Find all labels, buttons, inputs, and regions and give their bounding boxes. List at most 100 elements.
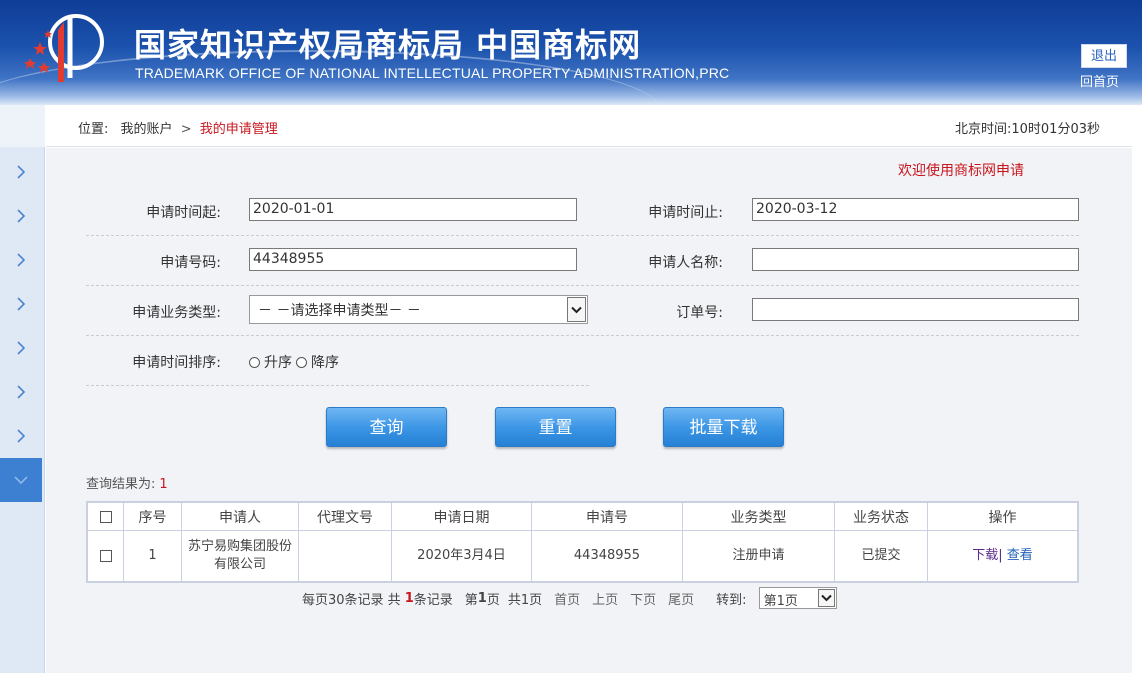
logo-emblem-icon — [24, 14, 104, 82]
breadcrumb-current: 我的申请管理 — [199, 122, 278, 137]
dropdown-arrow-icon — [567, 297, 586, 322]
chevron-right-icon — [17, 253, 26, 267]
site-header: 国家知识产权局商标局 中国商标网 TRADEMARK OFFICE OF NAT… — [0, 0, 1142, 105]
row-index: 1 — [124, 531, 182, 581]
pagination: 每页30条记录 共 1 条记录 第1页 共1页 首页 上页 下页 尾页 转到: … — [302, 587, 837, 609]
result-label: 查询结果为: — [86, 477, 156, 492]
breadcrumb: 位置: 我的账户 > 我的申请管理 — [78, 118, 278, 137]
order-no-input[interactable] — [752, 298, 1079, 321]
logout-button[interactable]: 退出 — [1081, 44, 1127, 68]
breadcrumb-my-account[interactable]: 我的账户 — [121, 122, 173, 137]
table-header-row: 序号 申请人 代理文号 申请日期 申请号 业务类型 业务状态 操作 — [88, 503, 1077, 531]
header-select-all-cell — [88, 503, 124, 530]
pager-prev[interactable]: 上页 — [592, 589, 618, 608]
row-select-cell — [88, 531, 124, 581]
pager-next[interactable]: 下页 — [630, 589, 656, 608]
select-all-checkbox[interactable] — [99, 510, 112, 523]
row-biz-type: 注册申请 — [683, 531, 835, 581]
chevron-right-icon — [17, 429, 26, 443]
breadcrumb-prefix: 位置: — [78, 122, 109, 137]
beijing-clock: 北京时间:10时01分03秒 — [954, 122, 1100, 137]
sidebar-top — [0, 105, 45, 147]
pager-per-page: 每页30条记录 共 — [302, 592, 401, 608]
sort-asc-radio[interactable] — [249, 356, 260, 368]
order-no-label: 订单号: — [676, 305, 723, 321]
chevron-right-icon — [17, 165, 26, 179]
biztype-select[interactable]: － －请选择申请类型－ － — [249, 295, 588, 324]
pager-last[interactable]: 尾页 — [668, 589, 694, 608]
chevron-right-icon — [17, 297, 26, 311]
pager-first[interactable]: 首页 — [554, 589, 580, 608]
header-agent-no: 代理文号 — [299, 503, 392, 530]
pager-jump-label: 转到: — [716, 592, 747, 608]
breadcrumb-separator: > — [180, 122, 192, 137]
header-app-no: 申请号 — [532, 503, 683, 530]
sort-desc-radio[interactable] — [296, 356, 307, 368]
row-app-no: 44348955 — [532, 531, 683, 581]
start-date-input[interactable]: 2020-01-01 — [249, 198, 577, 221]
header-status: 业务状态 — [835, 503, 928, 530]
biztype-select-value: － －请选择申请类型－ － — [258, 303, 421, 319]
chevron-right-icon — [17, 209, 26, 223]
query-button[interactable]: 查询 — [326, 407, 447, 447]
breadcrumb-bar: 位置: 我的账户 > 我的申请管理 北京时间:10时01分03秒 — [46, 105, 1132, 147]
header-index: 序号 — [124, 503, 182, 530]
sidebar-item-7[interactable] — [0, 414, 42, 458]
reset-button[interactable]: 重置 — [495, 407, 616, 447]
sort-label: 申请时间排序: — [132, 355, 221, 371]
header-operation: 操作 — [988, 509, 1017, 526]
sidebar-item-2[interactable] — [0, 194, 42, 238]
pager-total-pages: 共1页 — [507, 592, 543, 608]
download-link[interactable]: 下载 — [972, 547, 998, 565]
view-link[interactable]: 查看 — [1007, 547, 1033, 565]
header-date: 申请日期 — [392, 503, 532, 530]
start-date-label: 申请时间起: — [146, 205, 221, 221]
sidebar-item-6[interactable] — [0, 370, 42, 414]
welcome-marquee: 欢迎使用商标网申请 — [898, 163, 1024, 179]
home-link[interactable]: 回首页 — [1080, 71, 1119, 90]
sort-desc-label: 降序 — [311, 355, 339, 371]
row-agent-no — [299, 531, 392, 581]
table-row: 1 苏宁易购集团股份有限公司 2020年3月4日 44348955 注册申请 已… — [88, 531, 1077, 581]
row-checkbox[interactable] — [99, 550, 112, 562]
sidebar-item-1[interactable] — [0, 150, 42, 194]
row-operations: 下载 | 查看 — [928, 531, 1077, 581]
appno-label: 申请号码: — [160, 255, 221, 271]
biztype-label: 申请业务类型: — [132, 305, 221, 321]
pager-current-page: 1 — [477, 590, 487, 606]
result-count: 1 — [159, 477, 168, 492]
applicant-name-input[interactable] — [752, 248, 1079, 271]
header-biz-type: 业务类型 — [683, 503, 835, 530]
row-status: 已提交 — [835, 531, 928, 581]
end-date-label: 申请时间止: — [648, 205, 723, 221]
end-date-input[interactable]: 2020-03-12 — [752, 198, 1079, 221]
sort-asc-label: 升序 — [264, 355, 292, 371]
operation-separator: | — [998, 548, 1003, 563]
chevron-down-icon — [14, 476, 28, 485]
sidebar-item-4[interactable] — [0, 282, 42, 326]
header-applicant: 申请人 — [182, 503, 299, 530]
site-title-en: TRADEMARK OFFICE OF NATIONAL INTELLECTUA… — [135, 65, 730, 81]
form-row-biztype: 申请业务类型: － －请选择申请类型－ － 订单号: — [86, 286, 1079, 336]
pager-total: 1 — [404, 590, 414, 606]
result-summary: 查询结果为: 1 — [86, 473, 168, 492]
form-row-sort: 申请时间排序: 升序 降序 — [86, 336, 589, 386]
chevron-right-icon — [17, 341, 26, 355]
sidebar-item-active[interactable] — [0, 458, 42, 502]
appno-input[interactable]: 44348955 — [249, 248, 577, 271]
sort-radio-group: 升序 降序 — [249, 352, 339, 372]
applicant-name-label: 申请人名称: — [648, 255, 723, 271]
sidebar-item-3[interactable] — [0, 238, 42, 282]
sidebar-item-5[interactable] — [0, 326, 42, 370]
pager-jump-value: 第1页 — [763, 594, 798, 609]
row-date: 2020年3月4日 — [392, 531, 532, 581]
pager-page-prefix: 第 — [464, 592, 478, 608]
results-table: 序号 申请人 代理文号 申请日期 申请号 业务类型 业务状态 操作 1 苏宁易购… — [86, 501, 1079, 583]
batch-download-button[interactable]: 批量下载 — [663, 407, 784, 447]
dropdown-arrow-icon — [817, 589, 835, 607]
site-title-cn: 国家知识产权局商标局 中国商标网 — [134, 26, 642, 64]
row-applicant: 苏宁易购集团股份有限公司 — [182, 531, 299, 581]
form-row-dates: 申请时间起: 2020-01-01 申请时间止: 2020-03-12 — [86, 186, 1079, 236]
pager-jump-select[interactable]: 第1页 — [758, 587, 837, 609]
sidebar — [0, 105, 45, 673]
